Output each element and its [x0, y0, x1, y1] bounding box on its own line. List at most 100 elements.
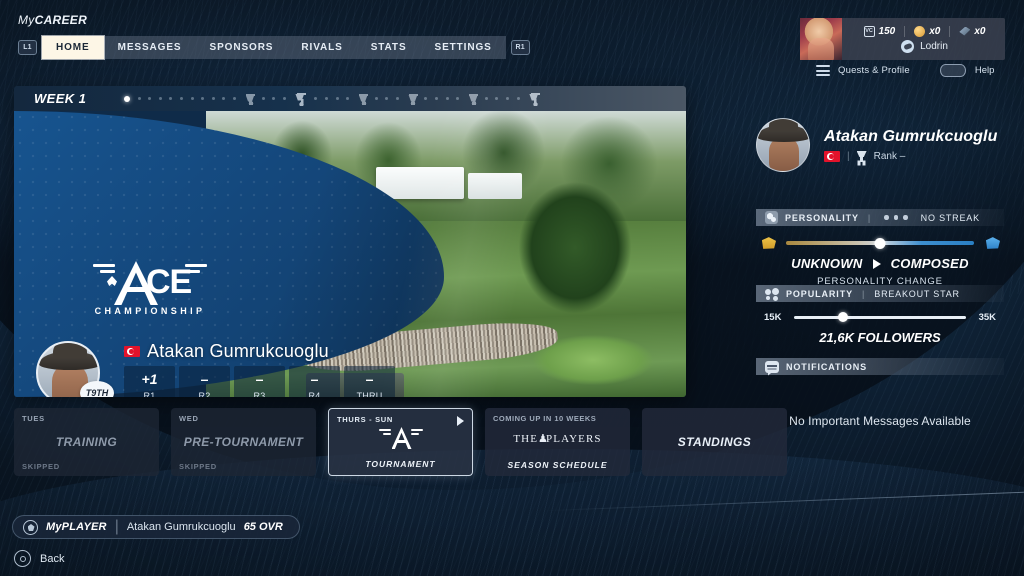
- personality-right-state: COMPOSED: [890, 256, 969, 271]
- schedule-day: THURS - SUN: [337, 415, 394, 424]
- popularity-title: POPULARITY: [786, 288, 854, 299]
- week-dot: [335, 97, 339, 100]
- photo-large-tree: [500, 169, 650, 344]
- personality-left-state: UNKNOWN: [791, 256, 863, 271]
- footer-myplayer-label: MyPLAYER: [46, 521, 107, 533]
- play-icon[interactable]: [457, 416, 464, 426]
- schedule-status: SKIPPED: [22, 462, 60, 471]
- week-progress-bar: WEEK 1: [14, 86, 686, 111]
- account-username-row: Lodrin: [850, 39, 999, 53]
- ticket-currency[interactable]: x0: [949, 25, 994, 37]
- week-dot: [261, 97, 265, 100]
- week-dot: [190, 97, 194, 100]
- sidebar-player-header: Atakan Gumrukcuoglu | Rank –: [756, 118, 997, 172]
- footer-myplayer-chip[interactable]: MyPLAYER | Atakan Gumrukcuoglu 65 OVR: [12, 515, 300, 539]
- circle-button-icon: [14, 550, 31, 567]
- tournament-hero-card[interactable]: WEEK 1 CE CHAMPIONSHIP T9TH Atakan Gumru…: [14, 86, 686, 397]
- personality-states: UNKNOWN COMPOSED: [756, 256, 1004, 271]
- week-dot: [324, 97, 328, 100]
- schedule-card-tournament[interactable]: THURS - SUN TOURNAMENT: [328, 408, 473, 476]
- score-cell-r3: – R3: [234, 366, 285, 397]
- player-rank-badge: T9TH: [80, 381, 114, 397]
- score-cell-r1: +1 R1: [124, 366, 175, 397]
- trophy-icon: [358, 92, 369, 105]
- angry-fist-icon: [761, 237, 776, 249]
- tab-rivals[interactable]: RIVALS: [287, 36, 356, 59]
- schedule-title: STANDINGS: [677, 435, 752, 449]
- notifications-section-header: NOTIFICATIONS: [756, 358, 1004, 375]
- footer-player-overall: 65 OVR: [243, 521, 283, 533]
- divider: |: [862, 288, 866, 299]
- the-players-logo-players: PLAYERS: [546, 433, 602, 445]
- week-dot: [516, 97, 520, 100]
- account-avatar: [800, 18, 842, 60]
- week-dot-current: [124, 95, 130, 102]
- week-dot: [201, 97, 205, 100]
- trophy-icon: [468, 92, 479, 105]
- arrow-right-icon: [872, 258, 881, 269]
- back-button[interactable]: Back: [14, 550, 64, 567]
- schedule-card-season-schedule[interactable]: COMING UP IN 10 WEEKS THE♟PLAYERS SEASON…: [485, 408, 630, 476]
- popularity-slider-knob[interactable]: [837, 312, 848, 322]
- week-dot: [395, 97, 399, 100]
- wing-right-icon: [410, 429, 423, 437]
- schedule-card-pre-tournament[interactable]: WED PRE-TOURNAMENT SKIPPED: [171, 408, 316, 476]
- notifications-empty-message: No Important Messages Available: [789, 414, 971, 428]
- week-dot: [169, 97, 173, 100]
- popularity-tier: BREAKOUT STAR: [874, 288, 960, 299]
- personality-slider[interactable]: [756, 236, 1004, 250]
- weekly-schedule-row: TUES TRAINING SKIPPED WED PRE-TOURNAMENT…: [14, 408, 787, 476]
- personality-slider-group[interactable]: UNKNOWN COMPOSED PERSONALITY CHANGE: [756, 236, 1004, 287]
- divider: |: [114, 518, 119, 535]
- schedule-card-training[interactable]: TUES TRAINING SKIPPED: [14, 408, 159, 476]
- vc-currency[interactable]: VC 150: [855, 25, 905, 37]
- currency-row: VC 150 x0 x0: [850, 25, 999, 37]
- schedule-title: TOURNAMENT: [365, 459, 436, 469]
- coin-currency[interactable]: x0: [904, 25, 949, 37]
- tab-stats[interactable]: STATS: [357, 36, 421, 59]
- week-dot: [445, 97, 449, 100]
- score-label: R1: [143, 390, 156, 398]
- wing-left-icon: [93, 264, 115, 276]
- help-label[interactable]: Help: [975, 65, 995, 76]
- tab-messages[interactable]: MESSAGES: [104, 36, 196, 59]
- score-value: +1: [141, 370, 158, 387]
- round-score-cells: +1 R1 – R2 – R3 – R4 – THRU: [124, 366, 395, 397]
- week-dot: [272, 97, 276, 100]
- personality-slider-knob[interactable]: [874, 237, 886, 249]
- score-value: –: [255, 370, 264, 387]
- divider: |: [867, 212, 872, 223]
- golfer-silhouette-icon: ♟: [538, 433, 550, 445]
- popularity-slider-group[interactable]: 15K 35K 21,6K FOLLOWERS: [756, 310, 1004, 346]
- mode-logo: MyCAREER: [18, 13, 87, 27]
- week-dot: [148, 97, 152, 100]
- tab-settings[interactable]: SETTINGS: [421, 36, 506, 59]
- week-dot: [232, 97, 236, 100]
- score-label: THRU: [356, 390, 383, 398]
- sidebar-player-name: Atakan Gumrukcuoglu: [824, 128, 998, 145]
- tab-home[interactable]: HOME: [42, 36, 104, 59]
- week-dot: [137, 97, 141, 100]
- week-dot: [282, 97, 286, 100]
- personality-section-header: PERSONALITY | NO STREAK: [756, 209, 1004, 226]
- popularity-min: 15K: [764, 311, 782, 323]
- quests-profile-label[interactable]: Quests & Profile: [838, 65, 910, 76]
- account-panel[interactable]: VC 150 x0 x0 Lodrin: [800, 18, 1005, 60]
- score-label: R2: [198, 390, 211, 398]
- left-bumper-button[interactable]: L1: [18, 40, 37, 55]
- right-bumper-button[interactable]: R1: [510, 40, 530, 55]
- player-name: Atakan Gumrukcuoglu: [147, 341, 329, 361]
- trophy-icon: [408, 92, 419, 105]
- popularity-slider[interactable]: 15K 35K: [756, 310, 1004, 324]
- hamburger-menu-icon[interactable]: [816, 65, 830, 76]
- week-dot: [385, 97, 389, 100]
- photo-clubhouse: [376, 167, 464, 199]
- account-details: VC 150 x0 x0 Lodrin: [842, 18, 1005, 60]
- week-dot: [456, 97, 460, 100]
- back-label: Back: [40, 552, 65, 565]
- score-cell-thru: – THRU: [344, 366, 395, 397]
- turkey-flag-icon: [124, 346, 140, 357]
- tab-sponsors[interactable]: SPONSORS: [196, 36, 288, 59]
- account-username: Lodrin: [920, 40, 948, 52]
- schedule-status: SKIPPED: [179, 462, 217, 471]
